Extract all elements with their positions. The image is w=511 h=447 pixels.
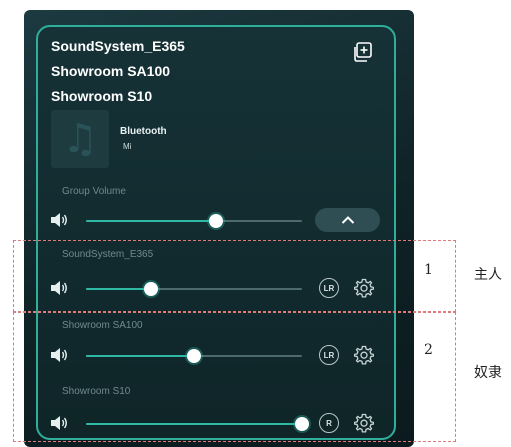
annotation-box-master	[13, 240, 456, 312]
group-volume-label: Group Volume	[62, 186, 126, 197]
collapse-button[interactable]	[315, 208, 380, 232]
annotation-number-1: 1	[424, 262, 433, 278]
chevron-up-icon	[341, 216, 354, 224]
add-group-icon[interactable]	[350, 40, 374, 64]
group-volume-fill	[86, 220, 216, 222]
annotation-label-slave: 奴隶	[474, 365, 502, 381]
group-device-name-3: Showroom S10	[51, 88, 153, 104]
speaker-icon[interactable]	[50, 212, 68, 228]
group-device-name-2: Showroom SA100	[51, 63, 171, 79]
annotation-number-2: 2	[424, 342, 433, 358]
source-title: Bluetooth	[120, 126, 167, 137]
album-art: ♫	[51, 110, 109, 168]
group-device-name-1: SoundSystem_E365	[51, 38, 185, 54]
group-volume-slider[interactable]	[86, 214, 302, 228]
annotation-box-slave	[13, 312, 456, 442]
music-note-icon: ♫	[62, 116, 98, 162]
annotation-label-master: 主人	[474, 267, 502, 283]
group-volume-knob[interactable]	[208, 214, 223, 228]
source-subtitle: Mi	[123, 142, 132, 151]
